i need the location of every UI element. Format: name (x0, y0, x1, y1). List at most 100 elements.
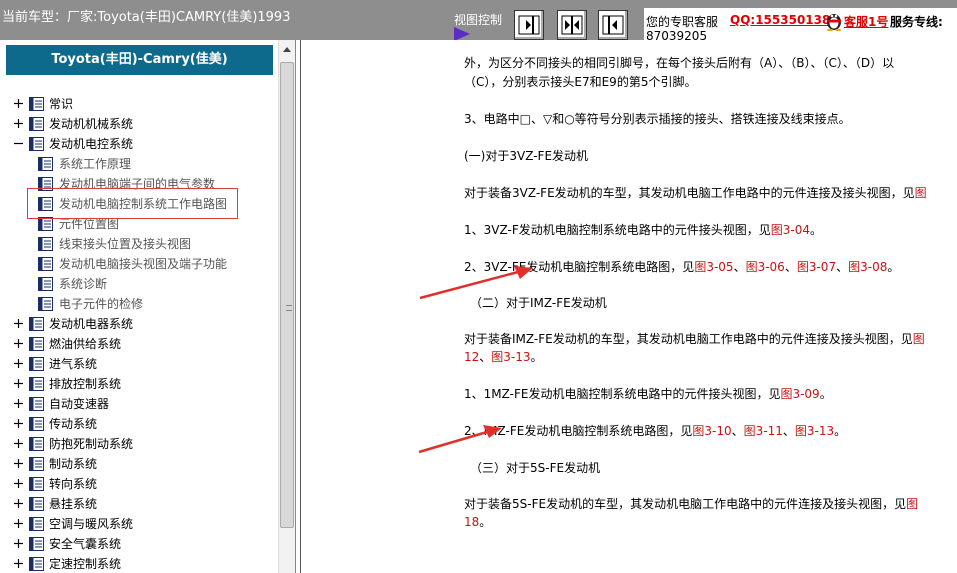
link-fig-3-12[interactable]: 12 (464, 350, 479, 364)
selected-item-highlight (27, 188, 238, 219)
link-fig-3-05[interactable]: 图3-05 (694, 260, 733, 274)
tree-item-label: 发动机电器系统 (49, 317, 134, 331)
expand-plus-icon[interactable] (13, 458, 24, 469)
customer-service-link[interactable]: 客服1号 (844, 13, 888, 30)
para-imz-circuit: 2、IMZ-FE发动机电脑控制系统电路图，见图3-10、图3-11、图3-13。 (464, 424, 847, 438)
link-fig-3-09[interactable]: 图3-09 (780, 387, 819, 401)
split-arrows-icon (561, 15, 583, 35)
expand-plus-icon[interactable] (13, 518, 24, 529)
tree-item-label: 系统诊断 (59, 277, 108, 291)
tree-item-label: 定速控制系统 (49, 557, 122, 571)
book-icon (29, 337, 44, 351)
qq-penguin-icon[interactable] (824, 9, 844, 31)
book-icon (38, 217, 53, 231)
sidebar-title: Toyota(丰田)-Camry(佳美) (6, 45, 273, 75)
book-icon (38, 277, 53, 291)
book-icon (29, 117, 44, 131)
expand-plus-icon[interactable] (13, 538, 24, 549)
link-fig-3-11[interactable]: 图3-11 (744, 424, 783, 438)
tree-item-label: 悬挂系统 (49, 497, 98, 511)
para-1: 外，为区分不同接头的相同引脚号，在每个接头后附有（A）、（B）、（C）、（D）以 (464, 56, 895, 70)
expand-content-button[interactable] (514, 10, 544, 40)
tree-item-label: 自动变速器 (49, 397, 110, 411)
para-imz-intro: 对于装备IMZ-FE发动机的车型，其发动机电脑工作电路中的元件连接及接头视图，见… (464, 332, 925, 346)
tree-item-label: 防抱死制动系统 (49, 437, 134, 451)
expand-plus-icon[interactable] (13, 438, 24, 449)
book-icon (29, 557, 44, 571)
expand-plus-icon[interactable] (13, 378, 24, 389)
sidebar-scrollbar[interactable] (278, 40, 295, 573)
expand-plus-icon[interactable] (13, 98, 24, 109)
left-nav-panel: Toyota(丰田)-Camry(佳美) 常识 发动机机械系统 发动机电控系统 系统工… (0, 40, 296, 573)
book-icon (38, 257, 53, 271)
para-3: 3、电路中□、▽和○等符号分别表示插接的接头、搭铁连接及线束接点。 (464, 112, 851, 126)
link-fig-3-13b[interactable]: 图3-13 (795, 424, 834, 438)
book-icon (29, 457, 44, 471)
heading-5s: （三）对于5S-FE发动机 (470, 461, 601, 475)
split-view-button[interactable] (557, 10, 587, 40)
expand-plus-icon[interactable] (13, 398, 24, 409)
para-5s-intro-cont: 18。 (464, 515, 492, 529)
link-fig-imz[interactable]: 图 (913, 332, 925, 346)
expand-plus-icon[interactable] (13, 358, 24, 369)
tree-item-label: 安全气囊系统 (49, 537, 122, 551)
book-icon (29, 377, 44, 391)
book-icon (29, 477, 44, 491)
tree-item-label: 发动机电脑接头视图及端子功能 (59, 257, 228, 271)
annotation-arrow-icon (419, 266, 533, 300)
scroll-thumb[interactable] (280, 62, 294, 528)
link-fig-3-04[interactable]: 图3-04 (771, 223, 810, 237)
link-fig-3-18[interactable]: 18 (464, 515, 479, 529)
tree-item-label: 线束接头位置及接头视图 (59, 237, 192, 251)
tree-item-label: 转向系统 (49, 477, 98, 491)
qq-link[interactable]: QQ:1553501388 (730, 13, 839, 27)
view-control-arrow-icon (454, 27, 470, 41)
frame-divider (300, 40, 301, 573)
book-icon (29, 397, 44, 411)
scroll-grip-icon (286, 305, 292, 311)
expand-plus-icon[interactable] (13, 478, 24, 489)
expand-plus-icon[interactable] (13, 338, 24, 349)
expand-plus-icon[interactable] (13, 498, 24, 509)
tree-item-label: 发动机机械系统 (49, 117, 134, 131)
expand-sidebar-button[interactable] (598, 10, 628, 40)
content-pane: 外，为区分不同接头的相同引脚号，在每个接头后附有（A）、（B）、（C）、（D）以… (305, 40, 957, 573)
expand-plus-icon[interactable] (13, 418, 24, 429)
service-phone: 87039205 (646, 29, 708, 40)
annotation-arrow-icon (418, 425, 502, 454)
link-fig-3-07[interactable]: 图3-07 (797, 260, 836, 274)
link-fig-3-08[interactable]: 图3-08 (848, 260, 887, 274)
customer-service-box: 您的专职客服 QQ:1553501388 客服1号 服务专线: 87039205 (644, 8, 957, 40)
tree-item-label: 制动系统 (49, 457, 98, 471)
tree-item-label: 传动系统 (49, 417, 98, 431)
book-icon (29, 97, 44, 111)
tree-item-label: 电子元件的检修 (59, 297, 144, 311)
view-control-label: 视图控制 (454, 13, 503, 27)
top-toolbar: 当前车型：厂家:Toyota(丰田)CAMRY(佳美)1993 视图控制 您的专… (0, 0, 957, 41)
book-icon (29, 537, 44, 551)
para-imz-intro-cont: 12、图3-13。 (464, 350, 543, 364)
link-fig-5s[interactable]: 图 (906, 497, 918, 511)
para-3vz-intro: 对于装备3VZ-FE发动机的车型，其发动机电脑工作电路中的元件连接及接头视图，见… (464, 186, 927, 200)
link-fig-3-10[interactable]: 图3-10 (692, 424, 731, 438)
expand-plus-icon[interactable] (13, 118, 24, 129)
book-icon (29, 437, 44, 451)
book-icon (29, 137, 44, 151)
scroll-up-icon[interactable] (279, 42, 295, 58)
book-icon (38, 237, 53, 251)
tree-item-label: 系统工作原理 (59, 157, 132, 171)
tree-item-label: 进气系统 (49, 357, 98, 371)
expand-plus-icon[interactable] (13, 318, 24, 329)
link-fig-3-06[interactable]: 图3-06 (746, 260, 785, 274)
book-icon (29, 317, 44, 331)
book-icon (29, 417, 44, 431)
para-3vz-connector: 1、3VZ-F发动机电脑控制系统电路中的元件接头视图，见图3-04。 (464, 223, 822, 237)
collapse-minus-icon[interactable] (13, 138, 24, 149)
para-2: （C），分别表示接头E7和E9的第5个引脚。 (464, 75, 697, 89)
service-text: 您的专职客服 (646, 15, 719, 29)
book-icon (38, 157, 53, 171)
expand-plus-icon[interactable] (13, 558, 24, 569)
link-fig-3vz[interactable]: 图 (915, 186, 927, 200)
tree-item-label: 常识 (49, 97, 74, 111)
link-fig-3-13a[interactable]: 图3-13 (491, 350, 530, 364)
